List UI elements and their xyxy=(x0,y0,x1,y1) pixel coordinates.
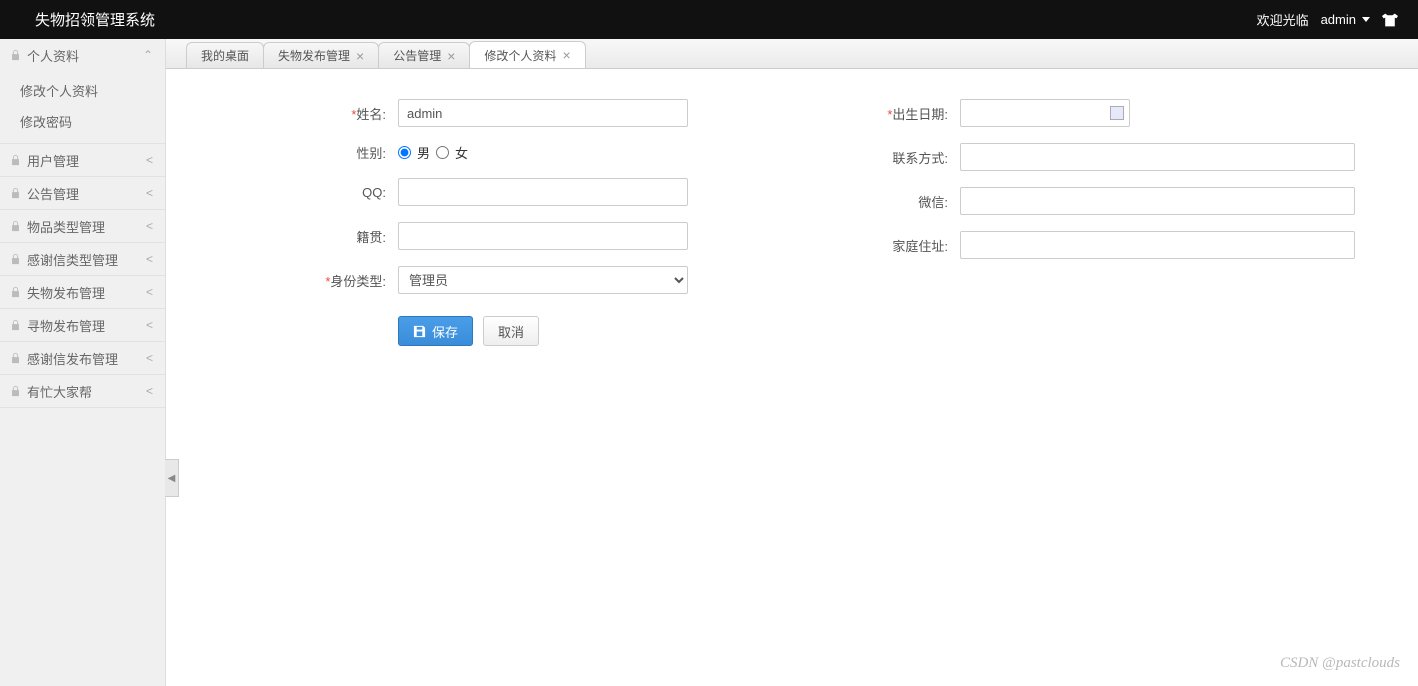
chevron-left-icon: < xyxy=(146,186,153,200)
lock-icon xyxy=(10,187,21,199)
save-button[interactable]: 保存 xyxy=(398,316,473,346)
dob-label: *出生日期: xyxy=(828,104,948,123)
calendar-icon[interactable] xyxy=(1110,106,1124,120)
sidebar-item-help[interactable]: 有忙大家帮< xyxy=(0,375,165,407)
app-title: 失物招领管理系统 xyxy=(20,9,155,30)
user-menu[interactable]: admin xyxy=(1321,12,1370,27)
close-icon[interactable]: × xyxy=(356,49,364,63)
gender-female-radio[interactable] xyxy=(436,146,449,159)
lock-icon xyxy=(10,319,21,331)
tabstrip: 我的桌面 失物发布管理× 公告管理× 修改个人资料× xyxy=(166,39,1418,69)
topbar: 失物招领管理系统 欢迎光临 admin xyxy=(0,0,1418,39)
tab-lost-pub[interactable]: 失物发布管理× xyxy=(263,42,379,68)
wechat-label: 微信: xyxy=(828,192,948,211)
lock-icon xyxy=(10,352,21,364)
wechat-input[interactable] xyxy=(960,187,1355,215)
addr-input[interactable] xyxy=(960,231,1355,259)
sidebar-sub-edit-profile[interactable]: 修改个人资料 xyxy=(0,75,165,106)
sidebar: 个人资料 ⌃ 修改个人资料 修改密码 用户管理< 公告管理< 物品类型管理< 感… xyxy=(0,39,166,686)
chevron-left-icon: < xyxy=(146,252,153,266)
chevron-left-icon: < xyxy=(146,384,153,398)
gender-label: 性别: xyxy=(266,143,386,162)
lock-icon xyxy=(10,286,21,298)
qq-label: QQ: xyxy=(266,185,386,200)
close-icon[interactable]: × xyxy=(447,49,455,63)
close-icon[interactable]: × xyxy=(562,48,570,62)
role-label: *身份类型: xyxy=(266,271,386,290)
tab-notice[interactable]: 公告管理× xyxy=(378,42,470,68)
sidebar-item-thanks-types[interactable]: 感谢信类型管理< xyxy=(0,243,165,275)
sidebar-item-users[interactable]: 用户管理< xyxy=(0,144,165,176)
chevron-left-icon: < xyxy=(146,351,153,365)
watermark: CSDN @pastclouds xyxy=(1280,655,1400,672)
gender-male-radio[interactable] xyxy=(398,146,411,159)
contact-input[interactable] xyxy=(960,143,1355,171)
lock-icon xyxy=(10,154,21,166)
chevron-up-icon: ⌃ xyxy=(143,48,153,62)
chevron-left-icon: < xyxy=(146,318,153,332)
lock-icon xyxy=(10,385,21,397)
addr-label: 家庭住址: xyxy=(828,236,948,255)
contact-label: 联系方式: xyxy=(828,148,948,167)
chevron-left-icon: < xyxy=(146,153,153,167)
sidebar-item-item-types[interactable]: 物品类型管理< xyxy=(0,210,165,242)
cancel-button[interactable]: 取消 xyxy=(483,316,539,346)
save-icon xyxy=(413,325,426,338)
chevron-down-icon xyxy=(1362,17,1370,22)
sidebar-item-seek-pub[interactable]: 寻物发布管理< xyxy=(0,309,165,341)
form-area: *姓名: 性别: 男 女 QQ: 籍贯: xyxy=(166,69,1418,686)
topbar-right: 欢迎光临 admin xyxy=(1257,10,1398,29)
sidebar-item-lost-pub[interactable]: 失物发布管理< xyxy=(0,276,165,308)
tab-edit-profile[interactable]: 修改个人资料× xyxy=(469,41,585,68)
lock-icon xyxy=(10,253,21,265)
name-input[interactable] xyxy=(398,99,688,127)
lock-icon xyxy=(10,49,21,61)
sidebar-item-thanks-pub[interactable]: 感谢信发布管理< xyxy=(0,342,165,374)
sidebar-item-notice[interactable]: 公告管理< xyxy=(0,177,165,209)
sidebar-item-profile[interactable]: 个人资料 ⌃ xyxy=(0,39,165,71)
native-label: 籍贯: xyxy=(266,227,386,246)
chevron-left-icon: < xyxy=(146,219,153,233)
role-select[interactable]: 管理员 xyxy=(398,266,688,294)
lock-icon xyxy=(10,220,21,232)
welcome-text: 欢迎光临 xyxy=(1257,10,1309,29)
dob-input[interactable] xyxy=(960,99,1130,127)
theme-icon[interactable] xyxy=(1382,13,1398,27)
native-input[interactable] xyxy=(398,222,688,250)
sidebar-group-profile: 个人资料 ⌃ 修改个人资料 修改密码 xyxy=(0,39,165,144)
sidebar-collapse-handle[interactable]: ◀ xyxy=(165,459,179,497)
chevron-left-icon: < xyxy=(146,285,153,299)
qq-input[interactable] xyxy=(398,178,688,206)
name-label: *姓名: xyxy=(266,104,386,123)
tab-desktop[interactable]: 我的桌面 xyxy=(186,42,264,68)
username: admin xyxy=(1321,12,1356,27)
sidebar-sub-edit-password[interactable]: 修改密码 xyxy=(0,106,165,137)
